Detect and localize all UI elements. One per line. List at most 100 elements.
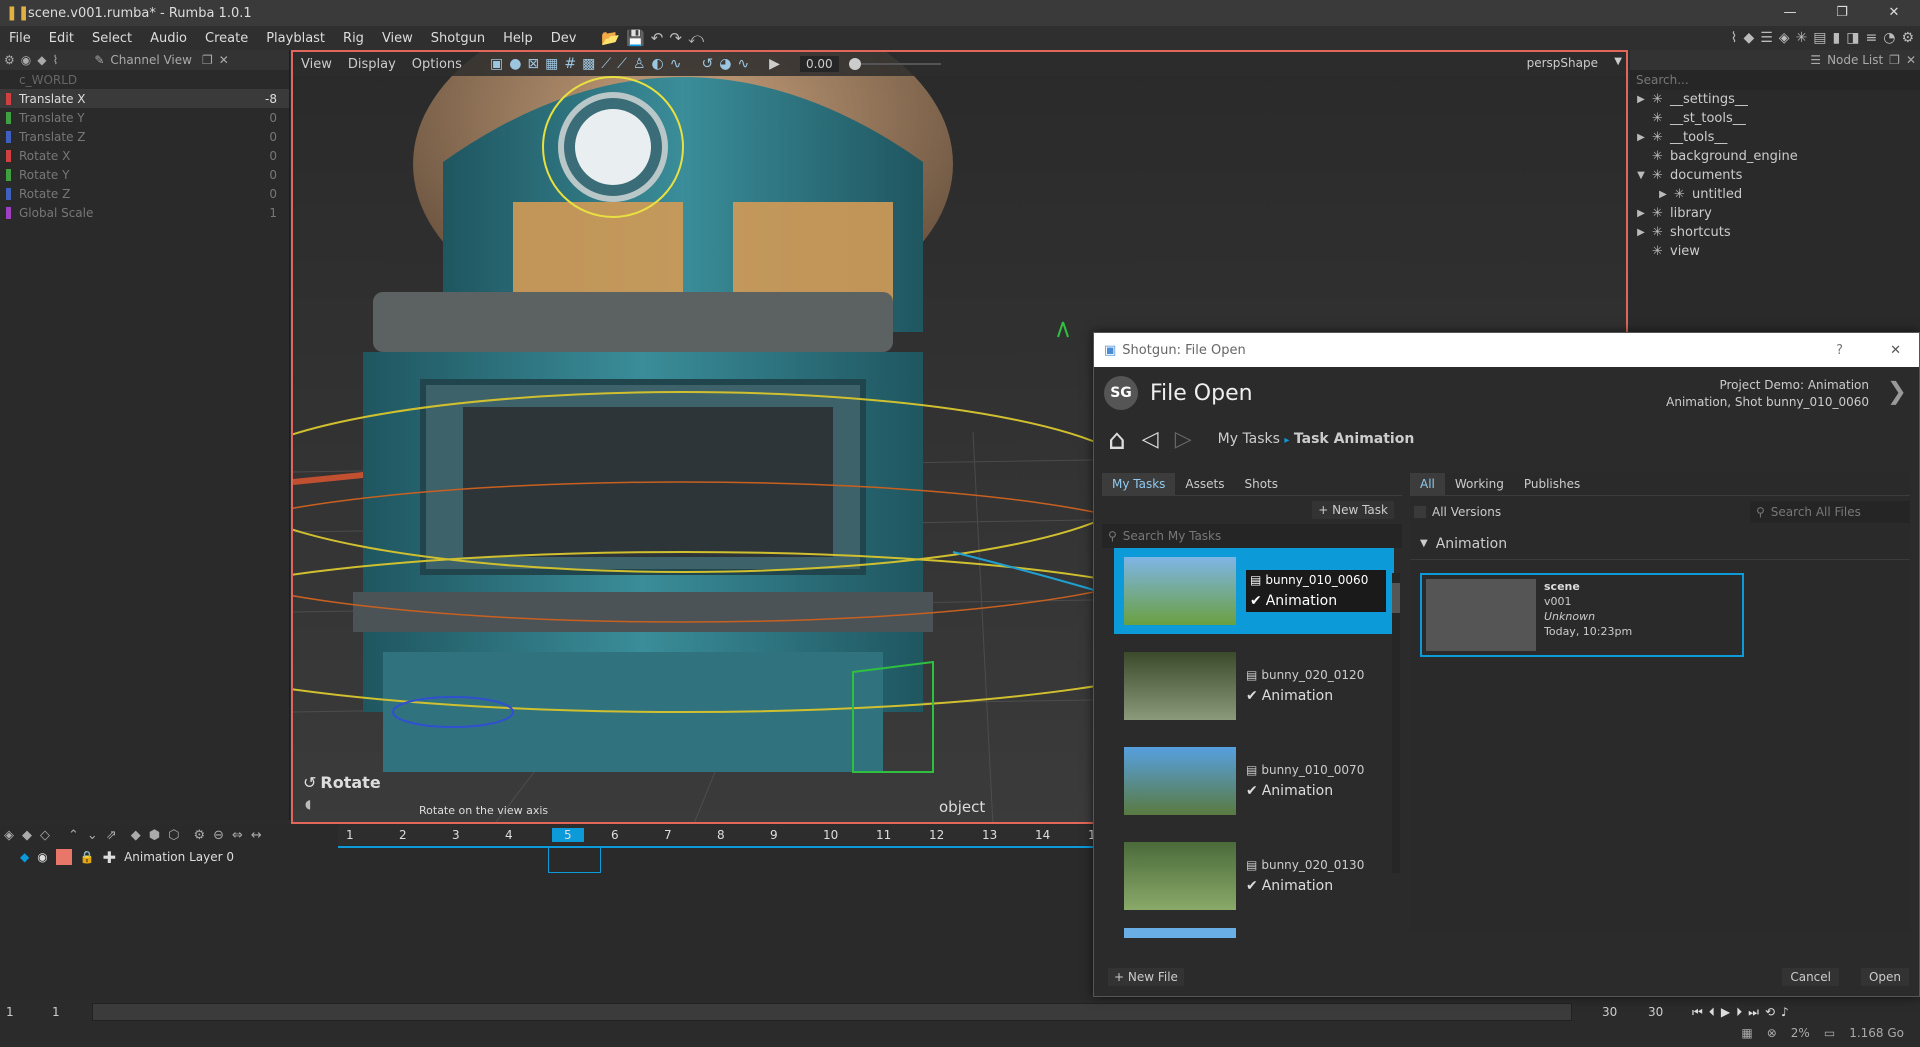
gear-icon[interactable]: ⚙ bbox=[193, 828, 205, 843]
node-tree-item[interactable]: ✳ view bbox=[1630, 242, 1920, 261]
channel-value[interactable]: 0 bbox=[269, 130, 277, 144]
close-icon[interactable]: ✕ bbox=[1906, 53, 1916, 67]
node-tree-item[interactable]: ▶ ✳ untitled bbox=[1630, 185, 1920, 204]
channel-row[interactable]: Translate X -8 bbox=[0, 89, 289, 108]
expand-arrow-icon[interactable]: ▶ bbox=[1630, 132, 1652, 143]
menu-shotgun[interactable]: Shotgun bbox=[422, 31, 494, 46]
node-tree-item[interactable]: ✳ background_engine bbox=[1630, 147, 1920, 166]
menu-help[interactable]: Help bbox=[494, 31, 542, 46]
frame-all-icon[interactable]: ⊠ bbox=[527, 56, 539, 72]
sound-icon[interactable]: ♪ bbox=[1781, 1005, 1789, 1019]
key-filled-icon[interactable]: ⬢ bbox=[149, 828, 160, 843]
tag-icon[interactable]: ◆ bbox=[1743, 30, 1754, 46]
tab-all[interactable]: All bbox=[1410, 473, 1445, 495]
layer-name[interactable]: Animation Layer 0 bbox=[124, 850, 234, 864]
menu-create[interactable]: Create bbox=[196, 31, 257, 46]
layer-color-swatch[interactable] bbox=[55, 849, 72, 865]
redo-icon[interactable]: ↷ bbox=[669, 29, 682, 47]
fit-icon[interactable]: ⇔ bbox=[232, 828, 243, 843]
tab-my-tasks[interactable]: My Tasks bbox=[1102, 473, 1176, 495]
visibility-eye-icon[interactable]: ◉ bbox=[37, 850, 47, 864]
menu-select[interactable]: Select bbox=[83, 31, 141, 46]
node-icon[interactable]: ✳ bbox=[1796, 30, 1808, 46]
frame-tick-label[interactable]: 8 bbox=[717, 828, 725, 842]
bone-icon[interactable]: ⟋ bbox=[601, 56, 611, 72]
menu-dev[interactable]: Dev bbox=[542, 31, 586, 46]
next-key-icon[interactable]: ⏵ bbox=[1736, 1005, 1742, 1020]
layers-icon[interactable]: ◈ bbox=[1779, 30, 1790, 46]
channel-value[interactable]: 1 bbox=[269, 206, 277, 220]
channel-value[interactable]: 0 bbox=[269, 168, 277, 182]
motion-path-icon[interactable]: ∿ bbox=[737, 56, 749, 72]
add-icon[interactable]: ✚ bbox=[103, 848, 116, 867]
rotate-icon[interactable]: ↺ bbox=[701, 56, 713, 72]
ruler-icon[interactable]: ◨ bbox=[1846, 30, 1859, 46]
channel-value[interactable]: 0 bbox=[269, 149, 277, 163]
frame-tick-label[interactable]: 9 bbox=[770, 828, 778, 842]
joint-icon[interactable]: ⟋ bbox=[617, 56, 627, 72]
open-folder-icon[interactable]: 📂 bbox=[601, 29, 620, 47]
start-frame[interactable]: 1 bbox=[0, 1005, 40, 1019]
timeline-ruler[interactable]: 123456789101112131415 bbox=[338, 825, 1103, 845]
frame-tick-label[interactable]: 6 bbox=[611, 828, 619, 842]
node-tree-item[interactable]: ▶ ✳ shortcuts bbox=[1630, 223, 1920, 242]
up-icon[interactable]: ⌃ bbox=[68, 828, 79, 843]
end-frame[interactable]: 30 bbox=[1648, 1005, 1688, 1019]
camera-dropdown-icon[interactable]: ▼ bbox=[1614, 56, 1622, 67]
menu-file[interactable]: File bbox=[0, 31, 40, 46]
frame-tick-label[interactable]: 3 bbox=[452, 828, 460, 842]
frame-tick-label[interactable]: 2 bbox=[399, 828, 407, 842]
no-icon[interactable]: ⊖ bbox=[213, 828, 224, 843]
tab-shots[interactable]: Shots bbox=[1234, 473, 1288, 495]
all-versions-checkbox[interactable] bbox=[1414, 506, 1426, 518]
clock-icon[interactable]: ◔ bbox=[1883, 30, 1895, 46]
tab-publishes[interactable]: Publishes bbox=[1514, 473, 1590, 495]
menu-playblast[interactable]: Playblast bbox=[257, 31, 334, 46]
task-item[interactable]: ▤ bunny_020_0120 ✔ Animation bbox=[1114, 643, 1394, 729]
curve-icon[interactable]: ⌇ bbox=[52, 53, 58, 67]
prev-key-icon[interactable]: ⏴ bbox=[1709, 1005, 1715, 1020]
breadcrumb-root[interactable]: My Tasks bbox=[1218, 431, 1280, 447]
menu-edit[interactable]: Edit bbox=[40, 31, 83, 46]
file-card[interactable]: scene v001 Unknown Today, 10:23pm bbox=[1420, 573, 1744, 657]
file-group-header[interactable]: ▼ Animation bbox=[1410, 528, 1910, 560]
tab-working[interactable]: Working bbox=[1445, 473, 1514, 495]
channel-row[interactable]: Rotate Y 0 bbox=[0, 165, 289, 184]
camera-name[interactable]: perspShape bbox=[1527, 56, 1598, 70]
cancel-button[interactable]: Cancel bbox=[1782, 968, 1839, 986]
range-end-frame[interactable]: 30 bbox=[1602, 1005, 1642, 1019]
rig-icon[interactable]: ♙ bbox=[633, 56, 646, 72]
pencil-icon[interactable]: ✎ bbox=[94, 53, 104, 67]
search-tasks-input[interactable]: ⚲ Search My Tasks bbox=[1102, 524, 1402, 548]
expand-arrow-icon[interactable]: ▼ bbox=[1630, 170, 1652, 181]
save-icon[interactable]: 💾 bbox=[626, 29, 645, 47]
channel-row[interactable]: Rotate Z 0 bbox=[0, 184, 289, 203]
task-item[interactable]: ▤ bunny_010_0060 ✔ Animation bbox=[1114, 548, 1394, 634]
orbit-icon[interactable]: ◕ bbox=[719, 56, 731, 72]
curve-icon[interactable]: ∿ bbox=[670, 56, 682, 72]
cube-icon[interactable]: ▣ bbox=[490, 56, 503, 72]
playback-range-slider[interactable] bbox=[92, 1003, 1572, 1021]
go-start-icon[interactable]: ⏮ bbox=[1692, 1005, 1703, 1020]
task-list-scrollbar[interactable] bbox=[1392, 573, 1400, 873]
filter-icon[interactable]: ◉ bbox=[21, 53, 31, 67]
loop-icon[interactable]: ⟲ bbox=[1765, 1005, 1775, 1019]
viewport-slider-track[interactable] bbox=[860, 63, 941, 65]
lock-icon[interactable]: 🔒 bbox=[80, 850, 95, 864]
collapse-arrow-icon[interactable]: ▼ bbox=[1420, 538, 1428, 549]
undo-icon[interactable]: ↶ bbox=[651, 29, 664, 47]
channel-row[interactable]: Rotate X 0 bbox=[0, 146, 289, 165]
expand-icon[interactable]: ↔ bbox=[251, 828, 262, 843]
minimize-button[interactable]: — bbox=[1764, 0, 1816, 26]
frame-tick-label[interactable]: 14 bbox=[1035, 828, 1050, 842]
frame-tick-label[interactable]: 11 bbox=[876, 828, 891, 842]
key-icon[interactable]: ◆ bbox=[37, 53, 46, 67]
gear-icon[interactable]: ⚙ bbox=[4, 53, 15, 67]
bookmark-icon[interactable]: ▮ bbox=[1833, 30, 1841, 46]
document-icon[interactable]: ▤ bbox=[1813, 30, 1826, 46]
channel-value[interactable]: 0 bbox=[269, 187, 277, 201]
play-icon[interactable]: ▶ bbox=[1721, 1005, 1730, 1019]
task-item[interactable]: ▤ bunny_010_0070 ✔ Animation bbox=[1114, 738, 1394, 824]
viewport-slider-handle[interactable] bbox=[848, 58, 861, 70]
grid-icon[interactable]: # bbox=[564, 56, 576, 72]
